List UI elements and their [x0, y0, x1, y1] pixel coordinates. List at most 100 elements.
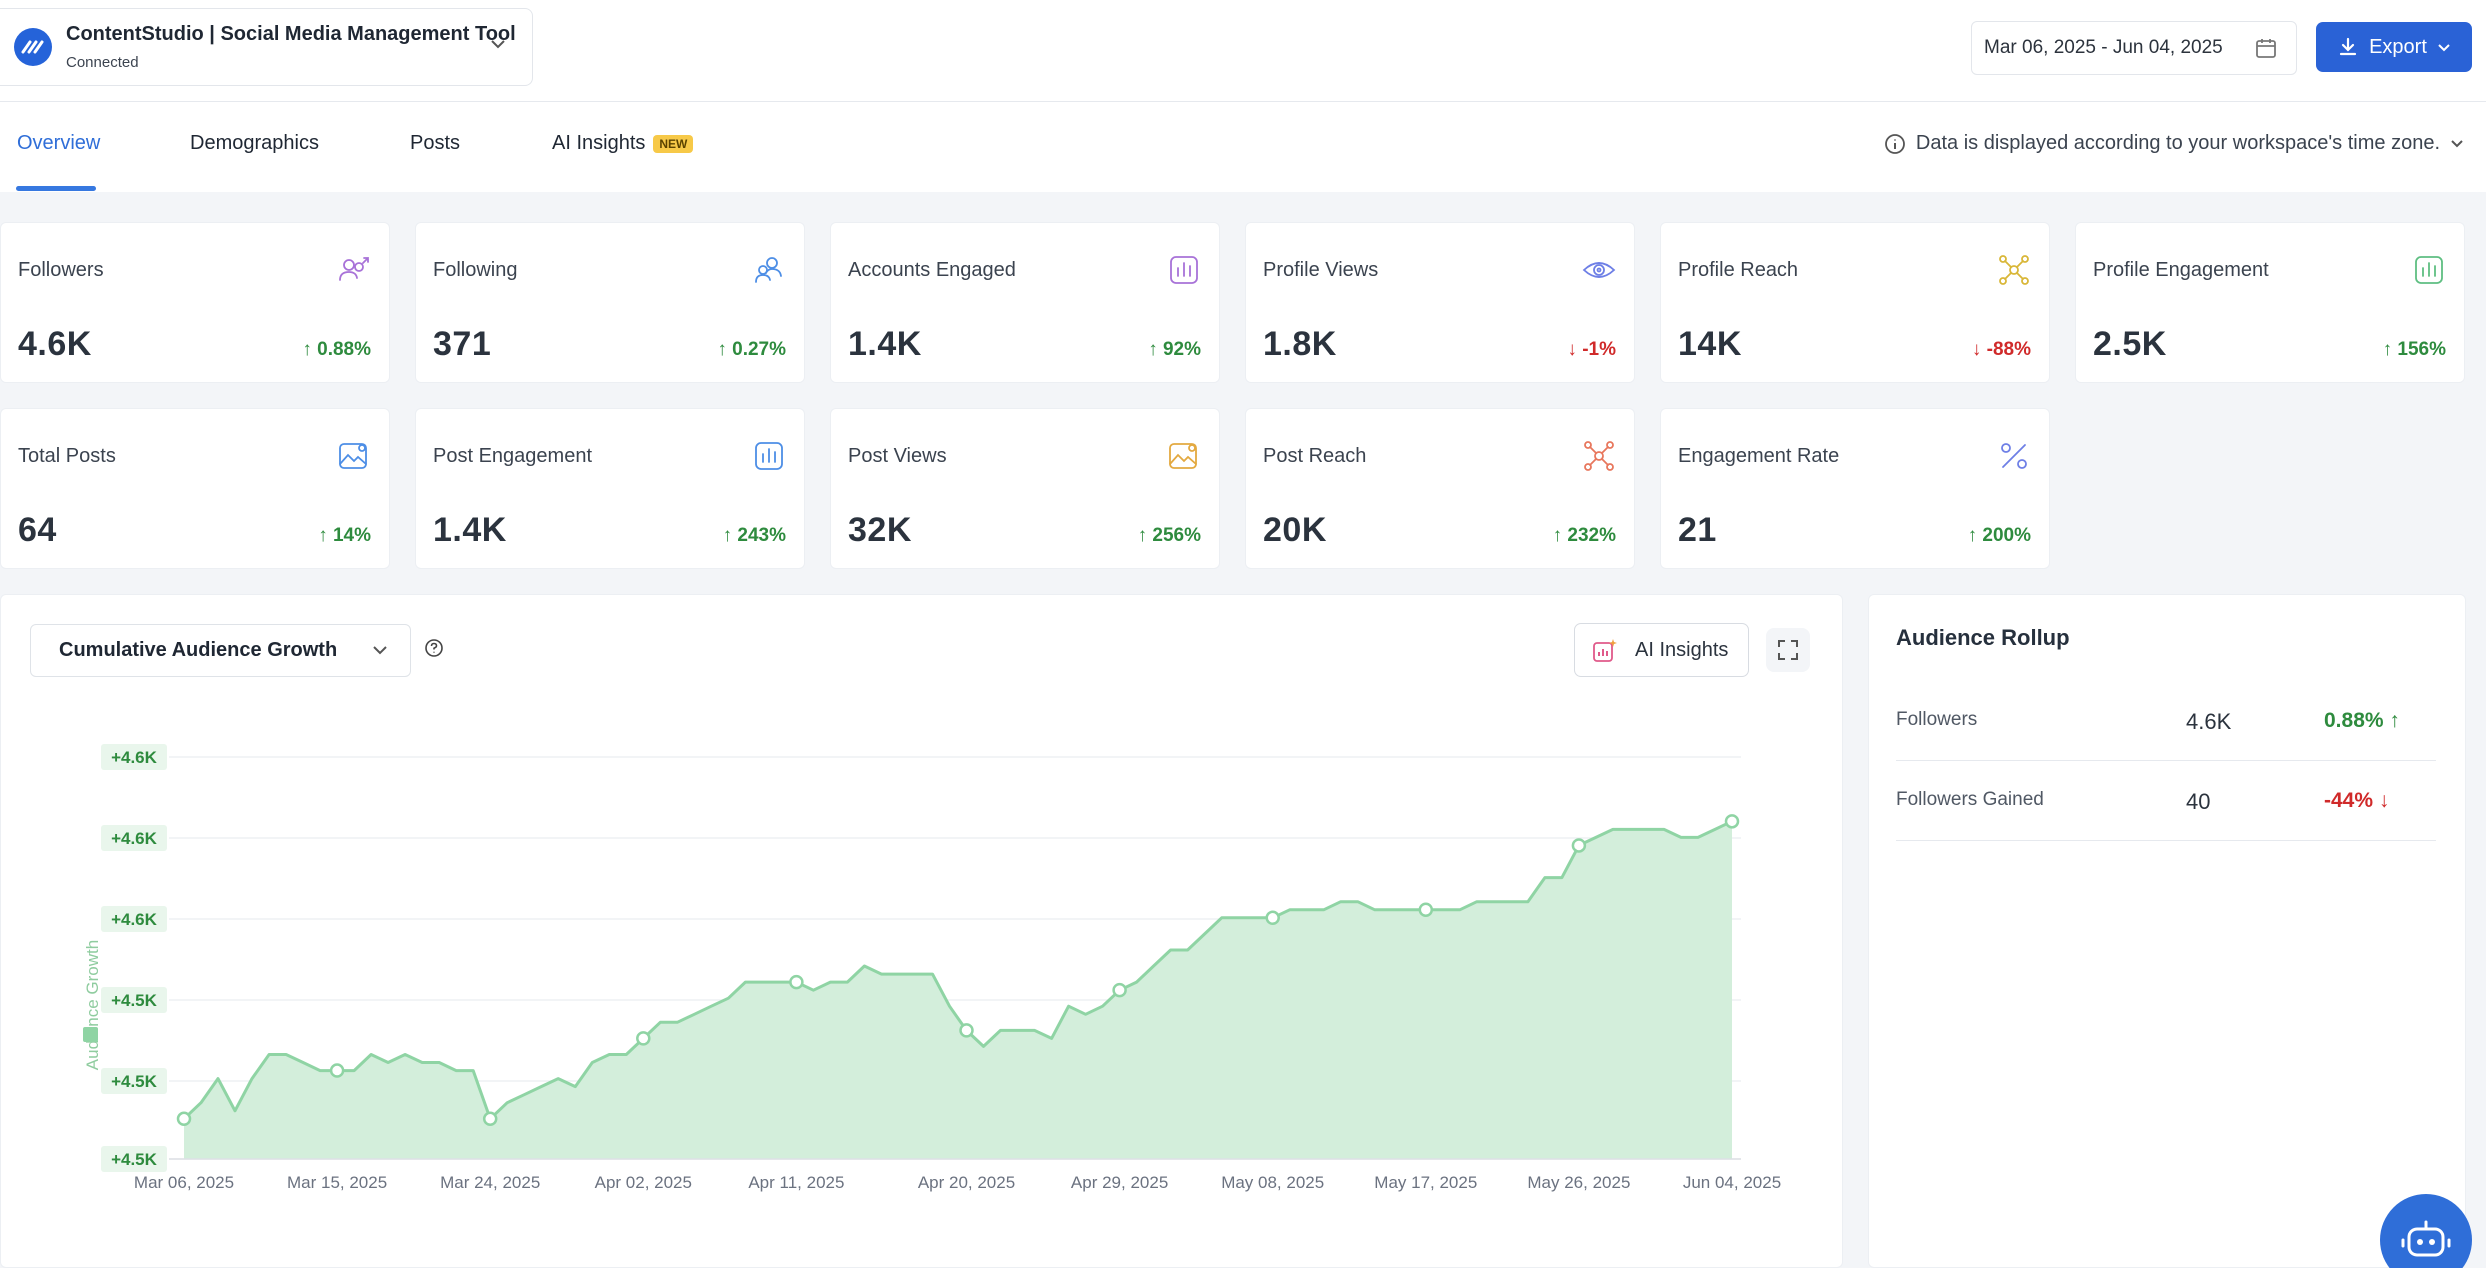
analytics-tabs: Overview Demographics Posts AI Insights N… — [0, 102, 2486, 192]
account-name: ContentStudio | Social Media Management … — [66, 23, 516, 45]
followers-icon — [339, 257, 369, 281]
data-point — [1265, 910, 1280, 926]
x-tick-label: Mar 06, 2025 — [134, 1173, 234, 1192]
metric-value: 21 — [1678, 511, 1717, 549]
image-icon — [1169, 443, 1197, 469]
audience-growth-panel: Cumulative Audience Growth AI Insights +… — [0, 594, 1843, 1268]
metric-value: 64 — [18, 511, 57, 549]
metric-value: 1.4K — [433, 511, 507, 549]
metric-change: ↑ 156% — [2382, 339, 2446, 360]
rollup-row-followers-gained: Followers Gained 40 -44% ↓ — [1896, 761, 2436, 841]
metric-title: Post Reach — [1263, 445, 1367, 467]
metric-title: Following — [433, 259, 518, 281]
data-point — [1112, 982, 1127, 998]
tab-overview[interactable]: Overview — [17, 132, 100, 155]
metric-card-profile-reach[interactable]: Profile Reach 14K ↓ -88% — [1660, 222, 2050, 383]
x-tick-label: May 17, 2025 — [1374, 1173, 1477, 1192]
data-point — [482, 1111, 498, 1127]
rollup-row-change: 0.88% ↑ — [2324, 709, 2400, 732]
y-axis-label: Audience Growth — [83, 940, 102, 1070]
x-tick-label: Jun 04, 2025 — [1683, 1173, 1781, 1192]
metric-change: ↑ 0.88% — [302, 339, 371, 360]
info-icon — [1885, 133, 1905, 154]
x-tick-label: Apr 02, 2025 — [595, 1173, 692, 1192]
metric-title: Followers — [18, 259, 104, 281]
metric-value: 371 — [433, 325, 492, 363]
data-point — [789, 974, 804, 990]
contentstudio-logo-icon — [14, 28, 52, 66]
tab-ai-insights[interactable]: AI Insights NEW — [552, 132, 694, 155]
date-range-text: Mar 06, 2025 - Jun 04, 2025 — [1984, 37, 2223, 58]
x-tick-label: May 26, 2025 — [1527, 1173, 1630, 1192]
metric-change: ↓ -88% — [1971, 339, 2031, 360]
following-icon — [755, 257, 782, 283]
metric-card-post-engagement[interactable]: Post Engagement 1.4K ↑ 243% — [415, 408, 805, 569]
tab-ai-insights-label: AI Insights — [552, 132, 646, 154]
date-range-picker[interactable]: Mar 06, 2025 - Jun 04, 2025 — [1971, 21, 2297, 75]
x-tick-label: Mar 24, 2025 — [440, 1173, 540, 1192]
data-point — [1571, 838, 1587, 853]
rollup-row-value: 40 — [2186, 789, 2211, 814]
metric-value: 1.8K — [1263, 325, 1337, 363]
reach-icon — [1999, 255, 2029, 285]
rollup-title: Audience Rollup — [1896, 625, 2070, 650]
metric-title: Profile Views — [1263, 259, 1379, 281]
rollup-row-label: Followers Gained — [1896, 789, 2044, 810]
account-switcher[interactable]: ContentStudio | Social Media Management … — [0, 8, 533, 86]
export-label: Export — [2369, 35, 2427, 58]
metric-card-following[interactable]: Following 371 ↑ 0.27% — [415, 222, 805, 383]
eye-icon — [1582, 262, 1616, 278]
metric-title: Post Engagement — [433, 445, 592, 467]
data-point — [636, 1031, 651, 1046]
data-point — [1418, 902, 1434, 918]
x-tick-label: Mar 15, 2025 — [287, 1173, 387, 1192]
rollup-row-followers: Followers 4.6K 0.88% ↑ — [1896, 681, 2436, 761]
legend-swatch — [83, 1027, 98, 1042]
chevron-down-icon — [2451, 140, 2463, 148]
chevron-down-icon — [491, 40, 505, 49]
x-tick-label: May 08, 2025 — [1221, 1173, 1324, 1192]
timezone-note[interactable]: Data is displayed according to your work… — [1884, 132, 2464, 155]
data-point — [176, 1111, 192, 1127]
rollup-row-label: Followers — [1896, 709, 1978, 730]
tab-posts[interactable]: Posts — [410, 132, 460, 155]
metric-change: ↑ 14% — [318, 525, 371, 546]
metric-card-engagement-rate[interactable]: Engagement Rate 21 ↑ 200% — [1660, 408, 2050, 569]
audience-growth-chart: +4.6K +4.6K +4.6K +4.5K +4.5K +4.5K Audience G… — [83, 744, 1781, 1192]
metric-title: Profile Reach — [1678, 259, 1799, 281]
x-tick-label: Apr 29, 2025 — [1071, 1173, 1168, 1192]
metric-card-profile-engagement[interactable]: Profile Engagement 2.5K ↑ 156% — [2075, 222, 2465, 383]
audience-rollup-panel: Audience Rollup Followers 4.6K 0.88% ↑ F… — [1868, 594, 2466, 1268]
data-point — [959, 1023, 974, 1038]
metric-title: Total Posts — [18, 445, 116, 467]
rollup-row-change: -44% ↓ — [2324, 789, 2390, 812]
tab-demographics[interactable]: Demographics — [190, 132, 319, 155]
metric-change: ↑ 92% — [1148, 339, 1201, 360]
metric-value: 20K — [1263, 511, 1327, 549]
y-tick-label: +4.5K — [111, 1072, 158, 1091]
reach-icon — [1584, 441, 1614, 471]
metric-change: ↑ 256% — [1137, 525, 1201, 546]
y-tick-label: +4.6K — [111, 910, 158, 929]
x-tick-label: Apr 11, 2025 — [748, 1173, 844, 1192]
data-point — [329, 1063, 345, 1078]
bar-chart-icon — [755, 442, 783, 470]
metric-card-post-reach[interactable]: Post Reach 20K ↑ 232% — [1245, 408, 1635, 569]
percent-icon — [2001, 443, 2027, 469]
download-icon — [2339, 37, 2357, 56]
metric-card-accounts-engaged[interactable]: Accounts Engaged 1.4K ↑ 92% — [830, 222, 1220, 383]
account-status: Connected — [66, 54, 139, 71]
metric-card-profile-views[interactable]: Profile Views 1.8K ↓ -1% — [1245, 222, 1635, 383]
export-button[interactable]: Export — [2316, 22, 2472, 72]
metric-title: Accounts Engaged — [848, 259, 1016, 281]
metric-value: 2.5K — [2093, 325, 2167, 363]
top-bar: ContentStudio | Social Media Management … — [0, 0, 2486, 102]
metric-card-total-posts[interactable]: Total Posts 64 ↑ 14% — [0, 408, 390, 569]
metric-value: 4.6K — [18, 325, 92, 363]
area-fill — [184, 821, 1732, 1159]
robot-icon — [2401, 1220, 2451, 1257]
chevron-down-icon — [2438, 43, 2450, 51]
metric-card-post-views[interactable]: Post Views 32K ↑ 256% — [830, 408, 1220, 569]
metric-card-followers[interactable]: Followers 4.6K ↑ 0.88% — [0, 222, 390, 383]
active-tab-indicator — [16, 186, 96, 191]
